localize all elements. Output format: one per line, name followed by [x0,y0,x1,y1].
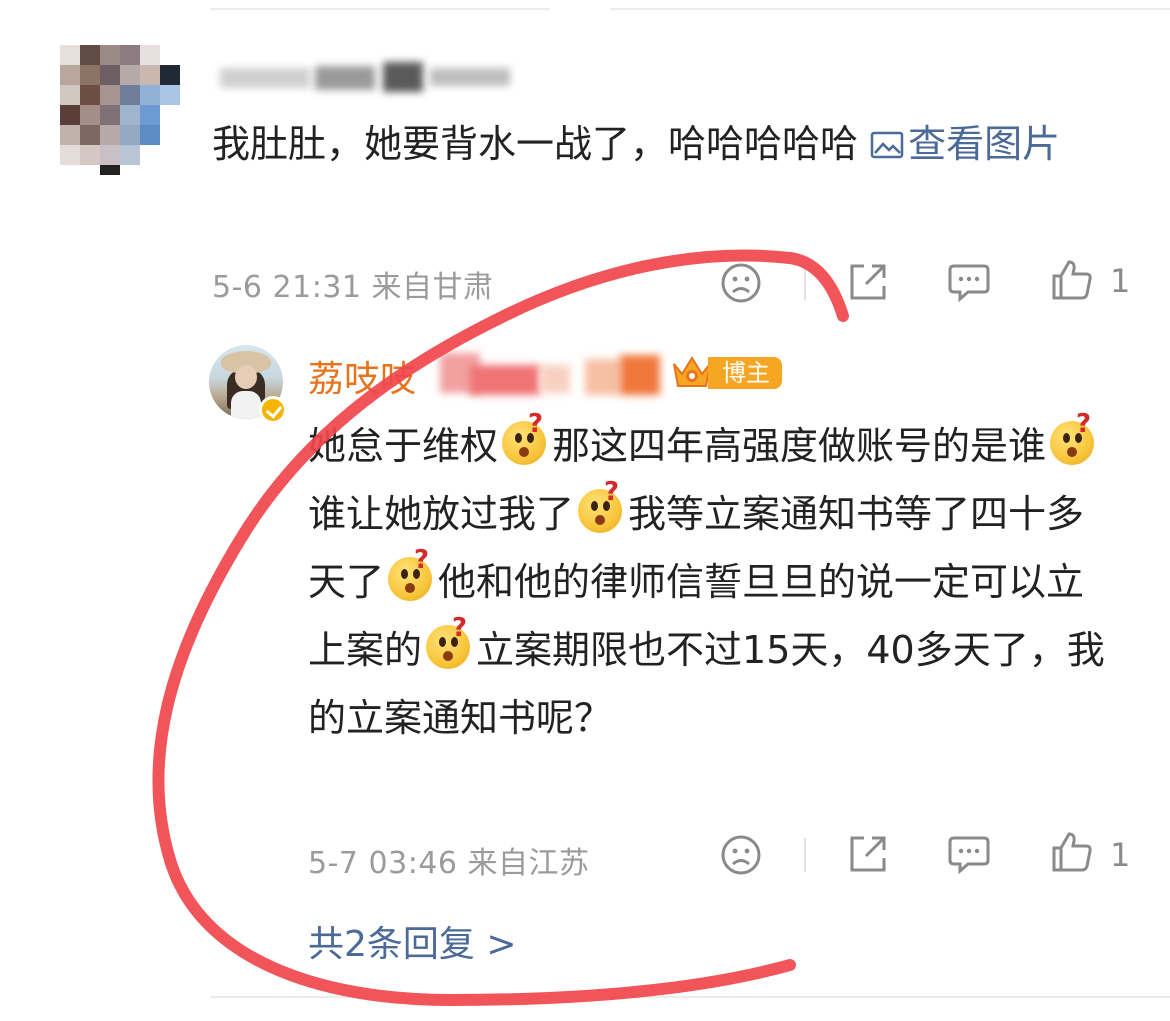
badge-label: 博主 [708,357,782,389]
view-image-label-2: 图片 [984,122,1061,166]
reply-author-name[interactable]: 荔吱吱 [308,350,416,402]
more-replies-link[interactable]: 共2条回复 > [308,915,517,967]
share-button[interactable] [846,260,890,304]
verified-badge-icon [259,396,287,424]
commenter-avatar[interactable] [60,45,180,175]
thumbs-up-icon [1052,260,1092,300]
reply-name-redacted [430,345,670,405]
reply-comment-button[interactable] [946,832,992,876]
like-count: 1 [1110,262,1131,300]
image-icon [870,114,904,159]
reply-like-count: 1 [1110,836,1131,874]
thinking-question-emoji: ? [500,411,550,467]
thumbs-up-icon [1052,832,1092,872]
action-separator [804,266,806,300]
comment-meta: 5-6 21:31 来自甘肃 [212,270,494,305]
reply-share-button[interactable] [846,832,890,876]
comment-icon [948,264,990,303]
commenter-name-redacted[interactable] [215,60,525,100]
thinking-question-emoji: ? [424,615,474,671]
share-icon [850,264,886,300]
view-image-label: 查看 [908,122,985,166]
view-image-link[interactable]: 查看图片 [870,122,1060,166]
like-button[interactable] [1050,258,1094,302]
dislike-button[interactable] [720,262,762,304]
reply-like-button[interactable] [1050,830,1094,874]
reply-dislike-button[interactable] [720,834,762,876]
thinking-question-emoji: ? [386,547,436,603]
comment-button[interactable] [946,260,992,304]
reply-segment: 那这四年高强度做账号的是谁 [552,424,1047,468]
reply-segment: 谁让她放过我了 [308,492,575,536]
share-icon [850,836,886,872]
top-divider [210,8,550,10]
reply-meta: 5-7 03:46 来自江苏 [308,846,590,881]
comment-text: 我肚肚，她要背水一战了，哈哈哈哈哈 查看图片 [212,112,1142,176]
reply-text: 她怠于维权? 那这四年高强度做账号的是谁? 谁让她放过我了? 我等立案通知书等了四十多… [308,411,1118,752]
sad-face-icon [721,263,761,303]
bottom-divider [210,996,1170,998]
comment-body: 我肚肚，她要背水一战了，哈哈哈哈哈 [212,122,859,166]
thinking-question-emoji: ? [1048,411,1098,467]
sad-face-icon [721,835,761,875]
top-divider-right [610,8,1170,10]
thinking-question-emoji: ? [576,479,626,535]
comment-icon [948,836,990,875]
action-separator [804,838,806,872]
reply-segment: 她怠于维权 [308,424,499,468]
